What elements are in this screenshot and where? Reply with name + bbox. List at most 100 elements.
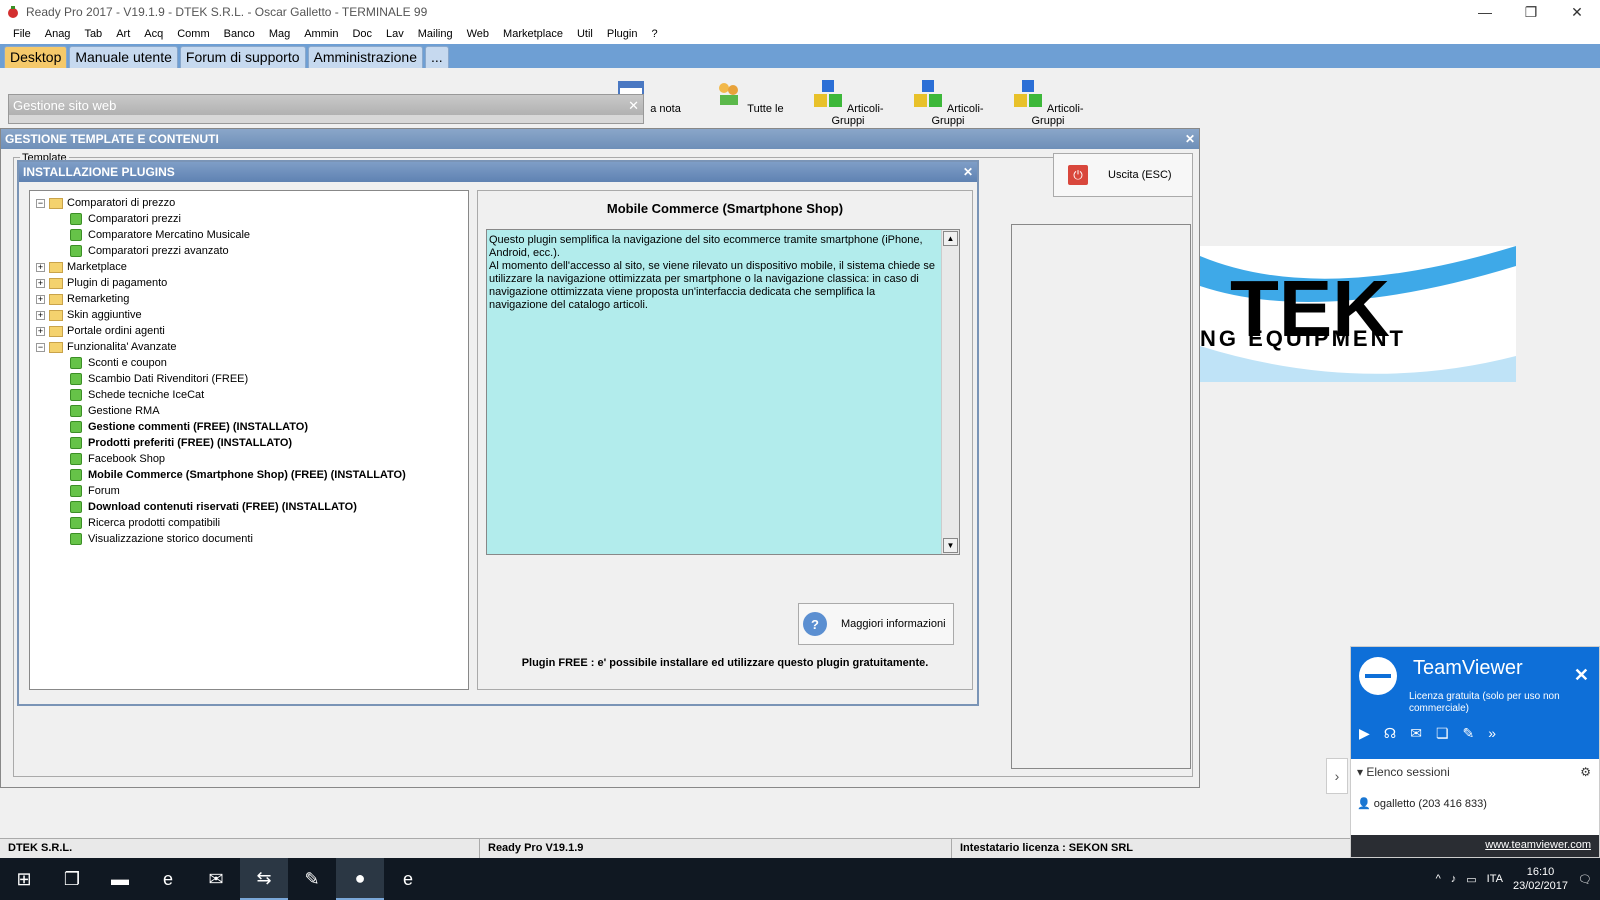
clock[interactable]: 16:10 23/02/2017 [1513, 865, 1568, 893]
free-plugin-note: Plugin FREE : e' possibile installare ed… [521, 657, 929, 669]
expand-icon[interactable]: + [36, 278, 45, 288]
description-scrollbar[interactable]: ▲ ▼ [941, 230, 959, 554]
tab-amministrazione[interactable]: Amministrazione [307, 46, 423, 68]
tree-folder[interactable]: + Marketplace [30, 259, 468, 275]
thunderbird-icon[interactable]: ✉ [192, 858, 240, 900]
collapse-icon[interactable]: − [36, 342, 45, 352]
tree-plugin-item[interactable]: Mobile Commerce (Smartphone Shop) (FREE)… [30, 467, 468, 483]
menu-marketplace[interactable]: Marketplace [496, 28, 570, 40]
tree-plugin-item[interactable]: Gestione RMA [30, 403, 468, 419]
expand-icon[interactable]: + [36, 326, 45, 336]
teamviewer-session-item[interactable]: 👤 ogalletto (203 416 833) [1357, 797, 1487, 810]
tree-folder[interactable]: + Plugin di pagamento [30, 275, 468, 291]
plugin-tree[interactable]: − Comparatori di prezzo Comparatori prezzi… [29, 190, 469, 690]
tree-plugin-item[interactable]: Download contenuti riservati (FREE) (INS… [30, 499, 468, 515]
chevron-up-icon[interactable]: ^ [1436, 873, 1441, 885]
expand-icon[interactable]: + [36, 294, 45, 304]
toolbar-articoli-gruppi-1[interactable]: Articoli- Gruppi [808, 78, 888, 127]
tree-plugin-item[interactable]: Schede tecniche IceCat [30, 387, 468, 403]
tree-folder[interactable]: + Portale ordini agenti [30, 323, 468, 339]
menu-tab[interactable]: Tab [77, 28, 109, 40]
teamviewer-taskbar-icon[interactable]: ⇆ [240, 858, 288, 900]
exit-button[interactable]: ⏻ Uscita (ESC) [1053, 153, 1193, 197]
teamviewer-link[interactable]: www.teamviewer.com [1351, 835, 1599, 857]
video-icon[interactable]: ▶ [1359, 725, 1370, 742]
toolbar-articoli-gruppi-3[interactable]: Articoli- Gruppi [1008, 78, 1088, 127]
more-info-button[interactable]: ? Maggiori informazioni [798, 603, 954, 645]
close-icon[interactable]: ✕ [963, 165, 973, 179]
menu-help[interactable]: ? [644, 28, 664, 40]
menu-plugin[interactable]: Plugin [600, 28, 645, 40]
tree-folder[interactable]: − Funzionalita' Avanzate [30, 339, 468, 355]
minimize-icon[interactable]: — [1462, 0, 1508, 24]
toolbar-articoli-gruppi-2[interactable]: Articoli- Gruppi [908, 78, 988, 127]
tree-plugin-item[interactable]: Prodotti preferiti (FREE) (INSTALLATO) [30, 435, 468, 451]
close-icon[interactable]: ✕ [1185, 132, 1195, 146]
windows-start-icon[interactable]: ⊞ [0, 858, 48, 900]
close-icon[interactable]: ✕ [1574, 665, 1589, 686]
restore-icon[interactable]: ❐ [1508, 0, 1554, 24]
tree-plugin-item[interactable]: Visualizzazione storico documenti [30, 531, 468, 547]
file-icon[interactable]: ❏ [1436, 725, 1449, 742]
tab-manuale-utente[interactable]: Manuale utente [69, 46, 178, 68]
menu-mailing[interactable]: Mailing [411, 28, 460, 40]
tree-plugin-item[interactable]: Gestione commenti (FREE) (INSTALLATO) [30, 419, 468, 435]
notification-icon[interactable]: 🗨 [1578, 873, 1592, 886]
tree-plugin-item[interactable]: Sconti e coupon [30, 355, 468, 371]
tree-plugin-item[interactable]: Scambio Dati Rivenditori (FREE) [30, 371, 468, 387]
tab-desktop[interactable]: Desktop [4, 46, 68, 68]
edge-icon[interactable]: e [384, 858, 432, 900]
menu-doc[interactable]: Doc [345, 28, 379, 40]
collapse-icon[interactable]: − [36, 198, 45, 208]
more-actions-icon[interactable]: » [1488, 725, 1496, 742]
tree-plugin-item[interactable]: Comparatore Mercatino Musicale [30, 227, 468, 243]
close-icon[interactable]: ✕ [628, 98, 639, 113]
plugin-description[interactable]: Questo plugin semplifica la navigazione … [486, 229, 960, 555]
window-gestione-template-title: GESTIONE TEMPLATE E CONTENUTI [5, 132, 219, 146]
session-label: ogalletto (203 416 833) [1373, 798, 1487, 810]
tree-plugin-item[interactable]: Comparatori prezzi [30, 211, 468, 227]
toolbar-tutte[interactable]: Tutte le [708, 78, 788, 115]
plugin-dialog-header: INSTALLAZIONE PLUGINS ✕ [19, 162, 977, 182]
teamviewer-collapse-button[interactable]: › [1326, 758, 1348, 794]
menu-lav[interactable]: Lav [379, 28, 411, 40]
tree-plugin-item[interactable]: Forum [30, 483, 468, 499]
tree-plugin-item[interactable]: Comparatori prezzi avanzato [30, 243, 468, 259]
expand-icon[interactable]: + [36, 310, 45, 320]
menu-ammin[interactable]: Ammin [297, 28, 345, 40]
tree-plugin-item[interactable]: Ricerca prodotti compatibili [30, 515, 468, 531]
tree-folder[interactable]: + Skin aggiuntive [30, 307, 468, 323]
tab-forum-supporto[interactable]: Forum di supporto [179, 46, 306, 68]
menu-art[interactable]: Art [109, 28, 137, 40]
scroll-down-icon[interactable]: ▼ [943, 538, 958, 553]
menu-anag[interactable]: Anag [38, 28, 78, 40]
paint-icon[interactable]: ✎ [288, 858, 336, 900]
settings-gear-icon[interactable]: ⚙ [1580, 765, 1591, 779]
internet-explorer-icon[interactable]: e [144, 858, 192, 900]
menu-banco[interactable]: Banco [217, 28, 262, 40]
scroll-up-icon[interactable]: ▲ [943, 231, 958, 246]
menu-comm[interactable]: Comm [170, 28, 216, 40]
menu-file[interactable]: File [6, 28, 38, 40]
file-explorer-icon[interactable]: ▬ [96, 858, 144, 900]
menu-acq[interactable]: Acq [137, 28, 170, 40]
language-indicator[interactable]: ITA [1487, 873, 1503, 885]
teamviewer-sessions-header[interactable]: ▾ Elenco sessioni ⚙ [1351, 765, 1599, 785]
task-view-icon[interactable]: ❐ [48, 858, 96, 900]
tree-folder[interactable]: + Remarketing [30, 291, 468, 307]
close-icon[interactable]: ✕ [1554, 0, 1600, 24]
chat-icon[interactable]: ✉ [1410, 725, 1422, 742]
menu-web[interactable]: Web [460, 28, 496, 40]
menu-mag[interactable]: Mag [262, 28, 297, 40]
menu-util[interactable]: Util [570, 28, 600, 40]
tree-item-label: Sconti e coupon [88, 357, 167, 369]
network-icon[interactable]: ▭ [1466, 873, 1476, 886]
expand-icon[interactable]: + [36, 262, 45, 272]
tree-folder[interactable]: − Comparatori di prezzo [30, 195, 468, 211]
ready-pro-taskbar-icon[interactable]: ● [336, 858, 384, 900]
volume-icon[interactable]: ♪ [1451, 873, 1457, 885]
tree-plugin-item[interactable]: Facebook Shop [30, 451, 468, 467]
tab-more[interactable]: ... [424, 46, 449, 68]
tools-icon[interactable]: ✎ [1463, 725, 1475, 742]
headset-icon[interactable]: ☊ [1384, 725, 1396, 742]
